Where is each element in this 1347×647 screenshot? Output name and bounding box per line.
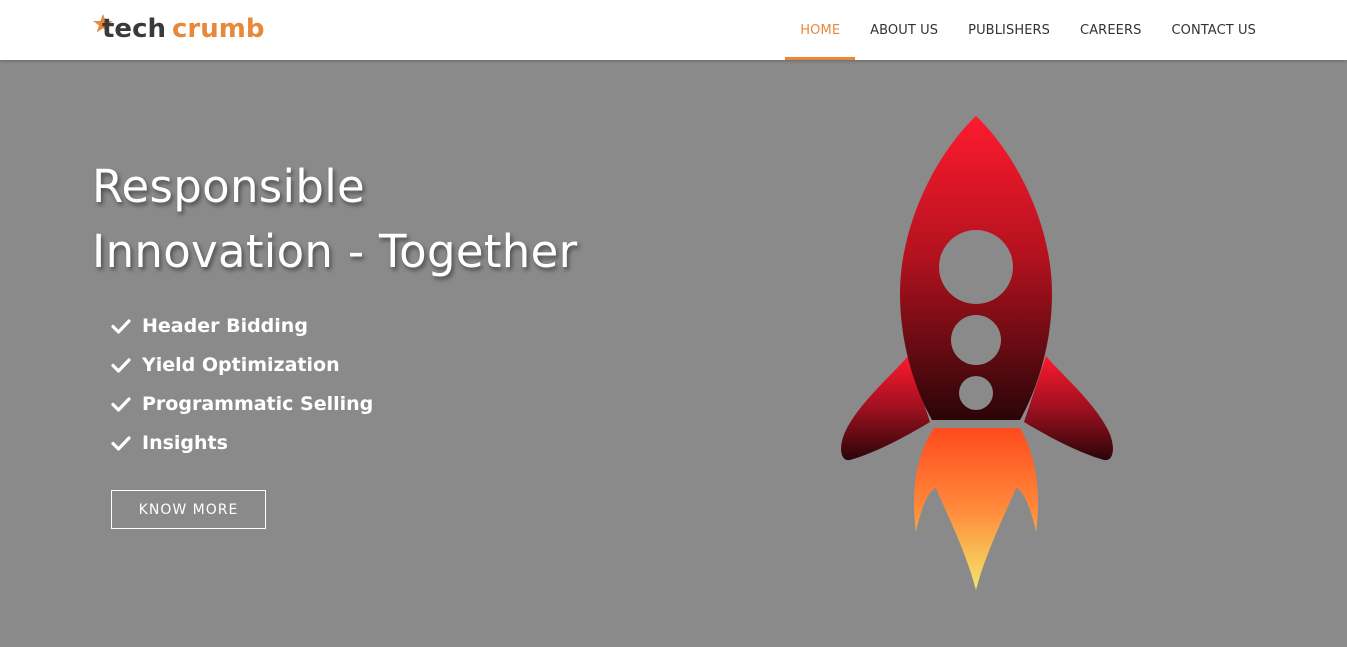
feature-label: Yield Optimization bbox=[142, 353, 340, 376]
feature-item: Insights bbox=[111, 423, 373, 462]
nav-contact-us[interactable]: CONTACT US bbox=[1156, 0, 1271, 60]
logo-star-icon: tech crumb bbox=[93, 14, 264, 44]
check-icon bbox=[111, 357, 131, 373]
check-icon bbox=[111, 318, 131, 334]
techcrumb-logo[interactable]: tech crumb bbox=[92, 8, 268, 48]
check-icon bbox=[111, 396, 131, 412]
feature-item: Programmatic Selling bbox=[111, 384, 373, 423]
feature-label: Programmatic Selling bbox=[142, 392, 374, 415]
nav-publishers[interactable]: PUBLISHERS bbox=[953, 0, 1065, 60]
feature-label: Insights bbox=[142, 431, 228, 454]
hero-title: Responsible Innovation - Together bbox=[92, 154, 577, 284]
feature-label: Header Bidding bbox=[142, 314, 308, 337]
svg-text:tech: tech bbox=[102, 14, 166, 44]
feature-item: Header Bidding bbox=[111, 306, 373, 345]
feature-list: Header Bidding Yield Optimization Progra… bbox=[111, 306, 373, 462]
rocket-icon bbox=[838, 112, 1116, 598]
hero-title-line-1: Responsible bbox=[92, 160, 365, 213]
check-icon bbox=[111, 435, 131, 451]
nav-home[interactable]: HOME bbox=[785, 0, 855, 60]
nav-about-us[interactable]: ABOUT US bbox=[855, 0, 953, 60]
main-nav: HOME ABOUT US PUBLISHERS CAREERS CONTACT… bbox=[785, 0, 1271, 60]
know-more-button[interactable]: KNOW MORE bbox=[111, 490, 266, 529]
nav-careers[interactable]: CAREERS bbox=[1065, 0, 1156, 60]
svg-text:crumb: crumb bbox=[172, 14, 264, 44]
hero-title-line-2: Innovation - Together bbox=[92, 225, 578, 278]
feature-item: Yield Optimization bbox=[111, 345, 373, 384]
top-navbar: tech crumb HOME ABOUT US PUBLISHERS CARE… bbox=[0, 0, 1347, 60]
